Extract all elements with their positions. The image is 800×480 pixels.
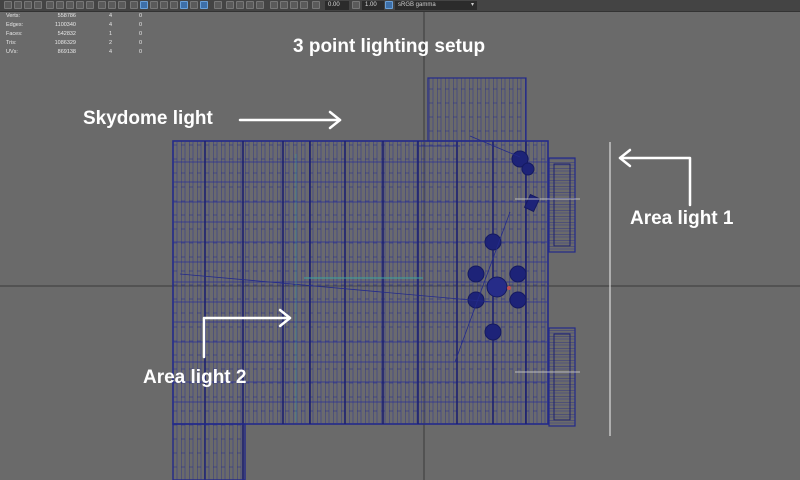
gamma-icon[interactable] — [290, 1, 298, 9]
grid-icon[interactable] — [46, 1, 54, 9]
xray-icon[interactable] — [200, 1, 208, 9]
gate-mask-icon[interactable] — [76, 1, 84, 9]
field-chart-icon[interactable] — [86, 1, 94, 9]
chevron-down-icon: ▾ — [470, 2, 474, 8]
annotation-area-light-1: Area light 1 — [630, 208, 734, 229]
light-bulb-icon[interactable] — [226, 1, 234, 9]
light-locator-icon[interactable] — [507, 286, 511, 290]
color-management-icon[interactable] — [385, 1, 393, 9]
motion-blur-icon[interactable] — [246, 1, 254, 9]
annotation-skydome-light: Skydome light — [83, 108, 213, 129]
gear-icon[interactable] — [312, 1, 320, 9]
multisample-icon[interactable] — [256, 1, 264, 9]
resolution-gate-icon[interactable] — [66, 1, 74, 9]
annotation-area-light-2: Area light 2 — [143, 367, 247, 388]
camera-attributes-icon[interactable] — [14, 1, 22, 9]
safe-action-icon[interactable] — [98, 1, 106, 9]
textured-icon[interactable] — [170, 1, 178, 9]
ambient-occlusion-icon[interactable] — [236, 1, 244, 9]
film-gate-icon[interactable] — [56, 1, 64, 9]
skydome-arrow-icon — [238, 110, 342, 130]
view-transform-label: sRGB gamma — [398, 2, 436, 8]
image-plane-icon[interactable] — [34, 1, 42, 9]
shadows-icon[interactable] — [190, 1, 198, 9]
safe-title-icon[interactable] — [108, 1, 116, 9]
wireframe-on-shaded-icon[interactable] — [140, 1, 148, 9]
annotation-title: 3 point lighting setup — [293, 36, 486, 57]
isolate-select-icon[interactable] — [270, 1, 278, 9]
exposure-field[interactable]: 0.00 — [325, 1, 349, 10]
heads-up-icon[interactable] — [118, 1, 126, 9]
xray-components-icon[interactable] — [280, 1, 288, 9]
smooth-shade-icon[interactable] — [150, 1, 158, 9]
bookmark-icon[interactable] — [24, 1, 32, 9]
xray-joints-icon[interactable] — [214, 1, 222, 9]
wireframe-icon[interactable] — [130, 1, 138, 9]
default-material-icon[interactable] — [160, 1, 168, 9]
exposure-icon[interactable] — [300, 1, 308, 9]
scene-viewport[interactable] — [0, 12, 800, 480]
use-all-lights-icon[interactable] — [180, 1, 188, 9]
area-light-1-arrow-icon — [618, 148, 692, 207]
gamma-field[interactable]: 1.00 — [362, 1, 384, 10]
viewport-toolbar: 0.00 1.00 sRGB gamma ▾ — [0, 0, 800, 12]
select-camera-icon[interactable] — [4, 1, 12, 9]
view-transform-select[interactable]: sRGB gamma ▾ — [395, 1, 477, 10]
gamma-toggle-icon[interactable] — [352, 1, 360, 9]
